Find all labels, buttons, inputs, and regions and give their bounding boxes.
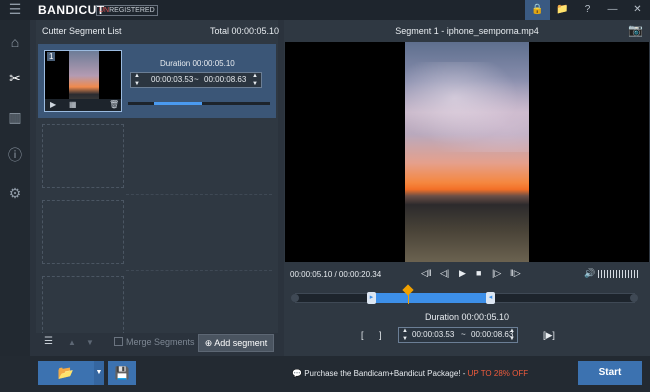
prev-frame-icon[interactable]: ◁‖ <box>421 268 432 279</box>
segment-duration: Duration 00:00:05.10 <box>160 59 235 68</box>
minimize-icon[interactable]: — <box>600 0 625 20</box>
timeline-selection[interactable] <box>371 293 493 303</box>
settings-icon[interactable]: ⚙ <box>0 180 30 206</box>
timeline-start-cap <box>291 294 299 302</box>
menu-icon[interactable]: ☰ <box>0 0 30 20</box>
volume-slider[interactable] <box>598 270 640 278</box>
step-back-icon[interactable]: ◁| <box>440 268 449 279</box>
close-icon[interactable]: ✕ <box>625 0 650 20</box>
lock-icon[interactable]: 🔒 <box>525 0 550 20</box>
play-icon[interactable]: ▶ <box>459 268 466 279</box>
thumbnail-toolbar: ▶ ▦ 🗑 <box>45 99 121 111</box>
segment-progress-fill <box>154 102 203 105</box>
move-down-icon[interactable]: ▼ <box>86 338 94 347</box>
registration-badge[interactable]: UNREGISTERED <box>96 5 158 16</box>
save-icon: 💾 <box>114 366 130 380</box>
empty-segment-slot <box>42 200 124 264</box>
folder-open-icon: 📂 <box>57 365 75 380</box>
start-button[interactable]: Start <box>578 361 642 385</box>
info-icon[interactable]: ⓘ <box>0 142 30 168</box>
range-separator: ~ <box>194 75 199 84</box>
start-stepper[interactable]: ▲ ▼ <box>134 72 140 88</box>
add-segment-button[interactable]: ⊕ Add segment <box>198 334 274 352</box>
start-stepper[interactable]: ▲ ▼ <box>402 327 408 343</box>
segment-number: 1 <box>47 52 56 61</box>
promo-banner[interactable]: 💬 Purchase the Bandicam+Bandicut Package… <box>292 369 528 378</box>
trash-icon[interactable]: 🗑 <box>109 100 119 109</box>
save-button[interactable]: 💾 <box>108 361 136 385</box>
segment-progress <box>128 102 270 105</box>
help-icon[interactable]: ? <box>575 0 600 20</box>
open-file-button[interactable]: 📂 <box>38 361 94 385</box>
next-frame-icon[interactable]: ‖▷ <box>510 268 521 279</box>
cutter-icon[interactable]: ✂ <box>0 65 30 91</box>
step-forward-icon[interactable]: |▷ <box>492 268 501 279</box>
total-duration: Total 00:00:05.10 <box>210 26 280 36</box>
selection-range: ▲ ▼ 00:00:03.53 ~ 00:00:08.63 ▲ ▼ <box>398 327 518 343</box>
chat-icon: 💬 <box>292 369 302 378</box>
mark-out-button[interactable]: ] <box>379 330 382 340</box>
divider <box>126 270 272 271</box>
time-readout: 00:00:05.10 / 00:00:20.34 <box>290 270 382 279</box>
volume-icon[interactable]: 🔊 <box>584 268 595 279</box>
empty-segment-slot <box>42 276 124 340</box>
selection-duration: Duration 00:00:05.10 <box>424 312 510 322</box>
stop-icon[interactable]: ■ <box>476 268 481 278</box>
segment-list-header: Cutter Segment List <box>42 26 122 36</box>
segment-end-time[interactable]: 00:00:08.63 <box>204 73 246 87</box>
home-icon[interactable]: ⌂ <box>0 29 30 55</box>
segment-thumbnail[interactable]: 1 ▶ ▦ 🗑 <box>44 50 122 112</box>
end-stepper[interactable]: ▲ ▼ <box>509 327 515 343</box>
merge-segments-checkbox[interactable]: Merge Segments <box>114 337 195 347</box>
segment-title: Segment 1 - iphone_semporna.mp4 <box>395 26 539 36</box>
range-separator: ~ <box>461 330 466 339</box>
promo-offer: UP TO 28% OFF <box>467 369 529 378</box>
play-icon[interactable]: ▶ <box>50 100 56 109</box>
timeline-end-cap <box>630 294 638 302</box>
move-up-icon[interactable]: ▲ <box>68 338 76 347</box>
app-logo: BANDICUT <box>38 3 105 17</box>
plus-icon: ⊕ <box>204 338 213 348</box>
open-dropdown-button[interactable]: ▼ <box>94 361 104 385</box>
divider <box>126 194 272 195</box>
list-delete-icon[interactable]: ☰ <box>44 336 53 347</box>
chevron-down-icon: ▼ <box>95 369 103 376</box>
empty-segment-slot <box>42 124 124 188</box>
video-frame <box>405 42 529 262</box>
selection-start-handle[interactable]: ▸ <box>367 292 376 304</box>
play-selection-button[interactable]: [▶] <box>543 330 555 341</box>
checkbox-icon <box>114 337 123 346</box>
join-icon[interactable]: ▥ <box>0 104 30 130</box>
segment-range: ▲ ▼ 00:00:03.53 ~ 00:00:08.63 ▲ ▼ <box>130 72 262 88</box>
mark-in-button[interactable]: [ <box>361 330 364 340</box>
selection-end-time[interactable]: 00:00:08.63 <box>471 328 513 342</box>
grid-icon[interactable]: ▦ <box>69 100 77 109</box>
camera-icon[interactable]: 📷 <box>628 23 643 37</box>
segment-start-time[interactable]: 00:00:03.53 <box>151 73 193 87</box>
folder-icon[interactable]: 📁 <box>550 0 575 20</box>
end-stepper[interactable]: ▲ ▼ <box>252 72 258 88</box>
selection-end-handle[interactable]: ◂ <box>486 292 495 304</box>
selection-start-time[interactable]: 00:00:03.53 <box>412 328 454 342</box>
